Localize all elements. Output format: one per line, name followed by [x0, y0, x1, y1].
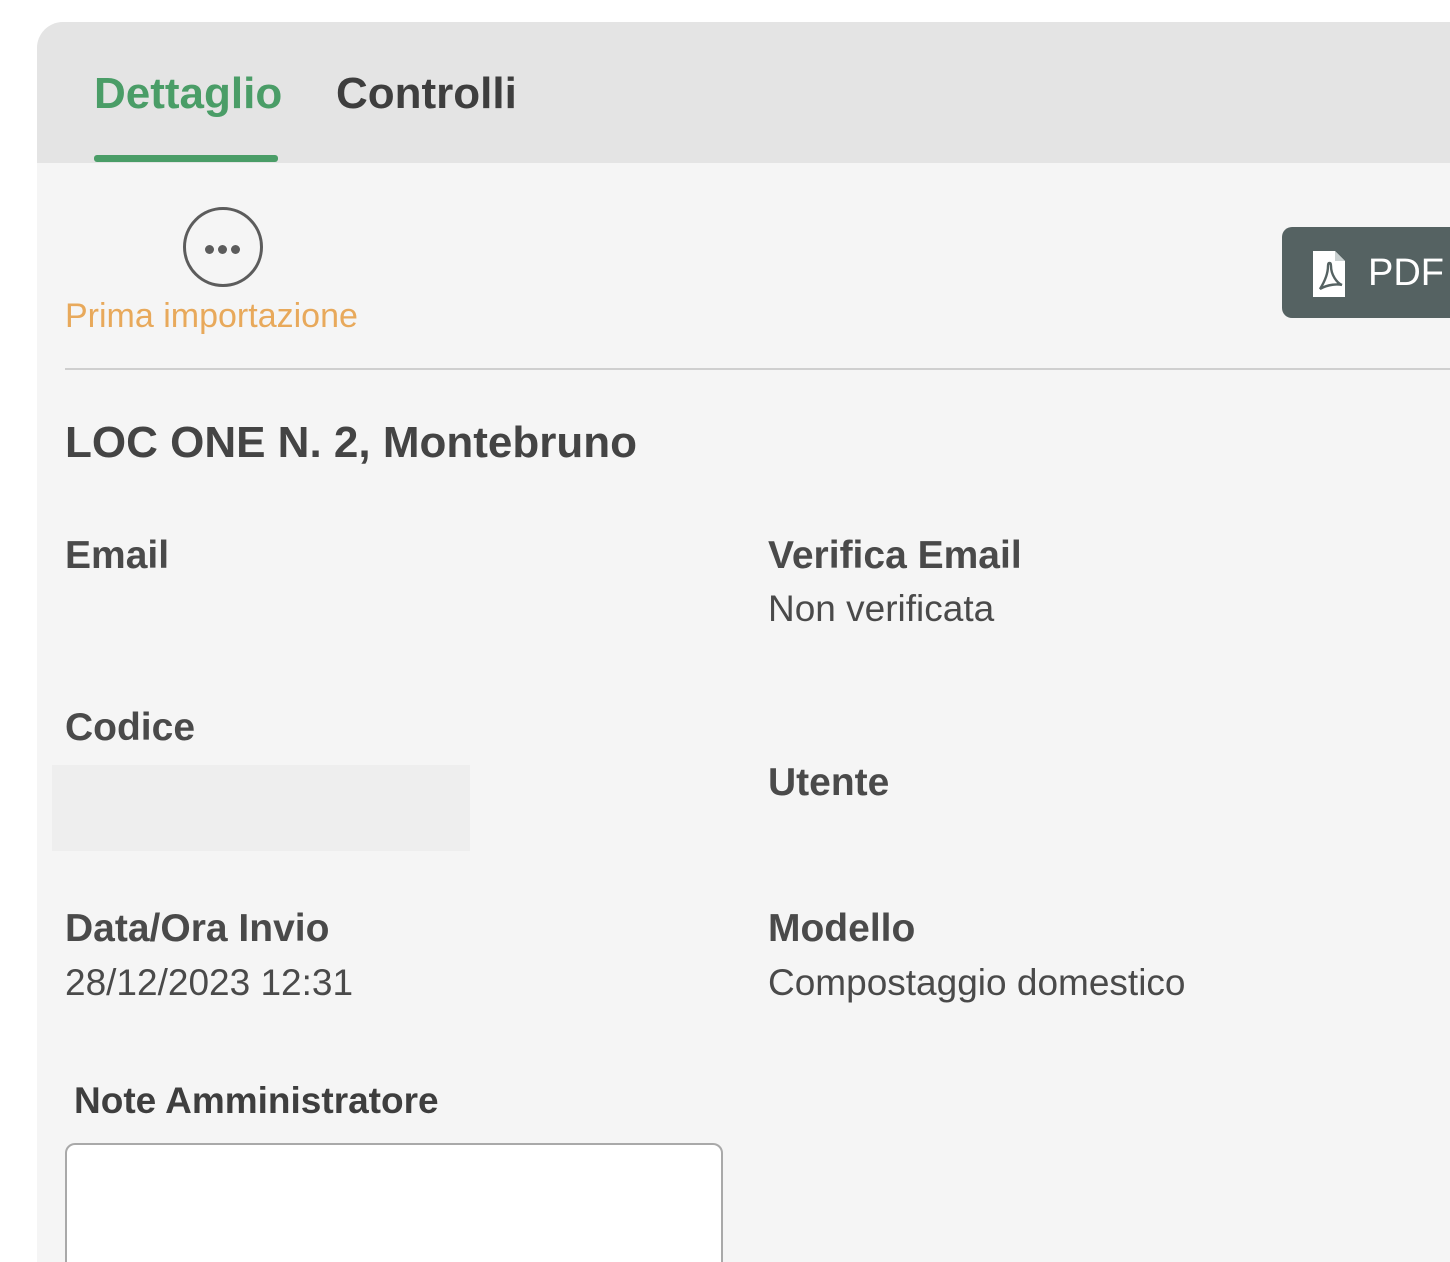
- detail-panel: Dettaglio Controlli Prima importazione P…: [37, 22, 1450, 1262]
- sent-at-value: 28/12/2023 12:31: [65, 962, 354, 1003]
- active-tab-indicator: [94, 155, 278, 162]
- record-title: LOC ONE N. 2, Montebruno: [65, 418, 637, 467]
- status-dot: [231, 245, 240, 254]
- status-dot: [205, 245, 214, 254]
- pdf-button[interactable]: PDF: [1282, 227, 1450, 318]
- admin-notes-label: Note Amministratore: [74, 1080, 439, 1121]
- pdf-button-label: PDF: [1368, 252, 1444, 294]
- code-value-box: [52, 765, 470, 851]
- admin-notes-input[interactable]: [65, 1143, 723, 1262]
- more-horizontal-icon[interactable]: [183, 207, 263, 287]
- pdf-file-icon: [1313, 251, 1345, 297]
- model-value: Compostaggio domestico: [768, 962, 1186, 1003]
- status-label: Prima importazione: [65, 297, 358, 335]
- tab-controlli[interactable]: Controlli: [336, 66, 517, 122]
- code-label: Codice: [65, 706, 196, 749]
- verify-email-label: Verifica Email: [768, 534, 1022, 577]
- verify-email-value: Non verificata: [768, 588, 995, 629]
- sent-at-label: Data/Ora Invio: [65, 907, 330, 950]
- user-label: Utente: [768, 761, 890, 804]
- tab-dettaglio[interactable]: Dettaglio: [94, 66, 282, 122]
- model-label: Modello: [768, 907, 916, 950]
- section-divider: [65, 368, 1450, 370]
- email-label: Email: [65, 534, 170, 577]
- tab-bar: Dettaglio Controlli: [37, 22, 1450, 163]
- status-dot: [218, 245, 227, 254]
